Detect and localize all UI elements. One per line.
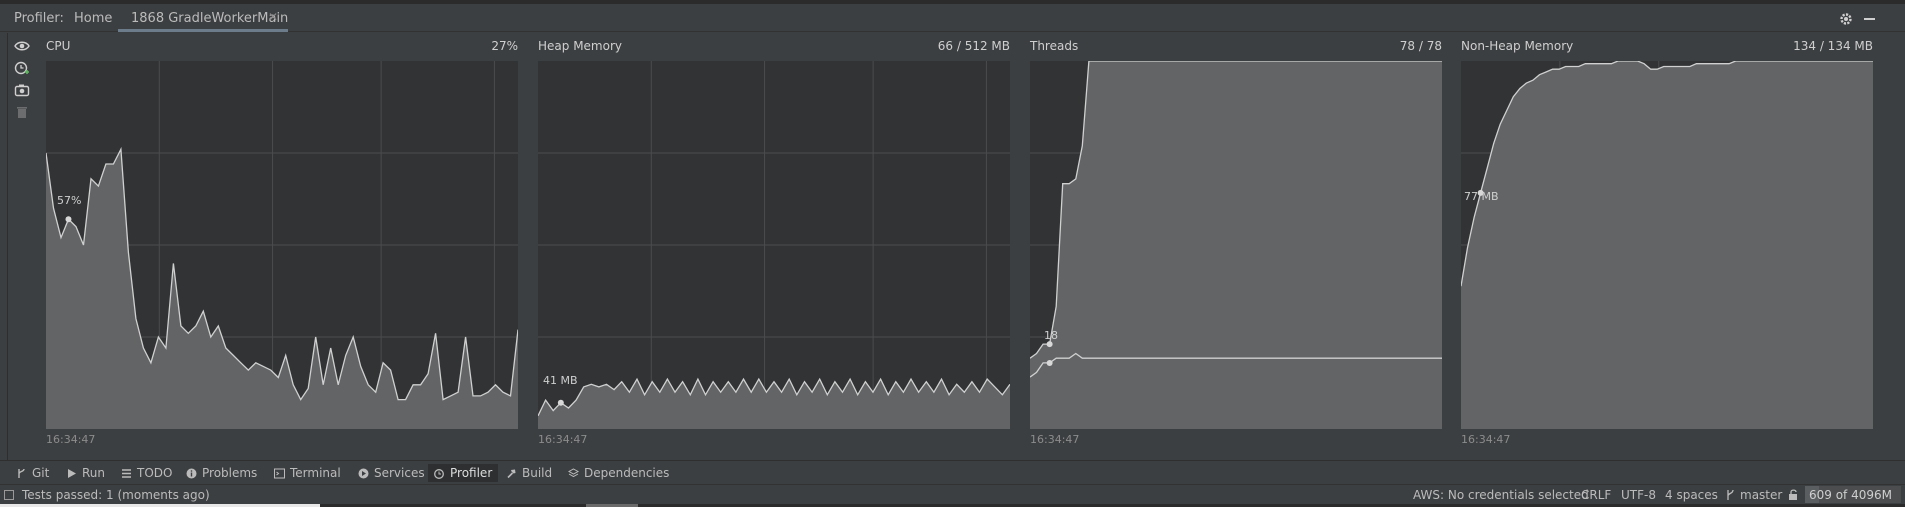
tab-terminal[interactable]: Terminal: [268, 464, 347, 482]
tab-git-label: Git: [32, 466, 50, 480]
heap-title: Heap Memory: [538, 39, 622, 53]
hammer-icon: [507, 469, 516, 478]
layers-icon: [568, 467, 579, 477]
services-icon: [358, 468, 369, 478]
tab-home[interactable]: Home: [74, 11, 112, 26]
play-icon: [68, 468, 76, 478]
series-area: [1461, 61, 1873, 429]
threads-panel[interactable]: Threads 78 / 78 18 16:34:47: [1030, 33, 1442, 455]
cpu-panel[interactable]: CPU 27% 57% 16:34:47: [46, 33, 518, 455]
tab-todo-label: TODO: [137, 466, 173, 480]
branch-icon: [18, 468, 25, 478]
info-icon: [186, 468, 197, 478]
tab-problems-label: Problems: [202, 466, 258, 480]
vcs-branch-icon: [1727, 489, 1734, 500]
indent-setting[interactable]: 4 spaces: [1665, 488, 1718, 502]
tab-terminal-label: Terminal: [290, 466, 341, 480]
memory-usage-text: 609 of 4096M: [1809, 488, 1892, 502]
close-tab-icon[interactable]: ✕: [268, 10, 278, 24]
nonheap-value: 134 / 134 MB: [1793, 39, 1873, 53]
record-timer-icon[interactable]: [14, 60, 30, 76]
status-message[interactable]: Tests passed: 1 (moments ago): [22, 488, 210, 502]
tab-dependencies-label: Dependencies: [584, 466, 670, 480]
non-heap-memory-panel[interactable]: Non-Heap Memory 134 / 134 MB 77 MB 16:34…: [1461, 33, 1873, 455]
tab-run[interactable]: Run: [60, 464, 111, 482]
list-icon: [122, 468, 131, 478]
gear-icon[interactable]: [1839, 12, 1853, 26]
line-ending[interactable]: CRLF: [1581, 488, 1611, 502]
nonheap-title: Non-Heap Memory: [1461, 39, 1574, 53]
cpu-title: CPU: [46, 39, 71, 53]
file-encoding[interactable]: UTF-8: [1621, 488, 1656, 502]
heap-memory-panel[interactable]: Heap Memory 66 / 512 MB 41 MB 16:34:47: [538, 33, 1010, 455]
tool-window-bar: Git Run TODO Problems Terminal Services …: [0, 460, 1905, 484]
threads-time-label: 16:34:47: [1030, 433, 1080, 446]
series-marker: [1046, 359, 1053, 366]
nonheap-point-label: 77 MB: [1464, 190, 1499, 203]
tab-services-label: Services: [374, 466, 425, 480]
series-marker: [65, 216, 72, 223]
nonheap-time-label: 16:34:47: [1461, 433, 1511, 446]
threads-point-label: 18: [1044, 329, 1058, 342]
tab-build-label: Build: [522, 466, 553, 480]
memory-indicator[interactable]: 609 of 4096M: [1805, 486, 1901, 503]
terminal-icon: [274, 468, 285, 478]
profiler-label: Profiler:: [14, 11, 64, 26]
heap-chart: [538, 61, 1010, 429]
unlock-icon[interactable]: [1788, 489, 1799, 501]
tab-todo[interactable]: TODO: [115, 464, 178, 482]
series-marker: [557, 399, 564, 406]
eye-icon[interactable]: [14, 38, 30, 54]
vcs-branch[interactable]: master: [1740, 488, 1782, 502]
tab-run-label: Run: [82, 466, 106, 480]
nonheap-chart: [1461, 61, 1873, 429]
threads-value: 78 / 78: [1399, 39, 1442, 53]
left-tool-strip: [0, 33, 8, 463]
tab-build[interactable]: Build: [500, 464, 558, 482]
series-area: [1030, 353, 1442, 429]
tab-dependencies[interactable]: Dependencies: [562, 464, 675, 482]
profiler-icon: [434, 468, 444, 479]
tab-profiler-label: Profiler: [450, 466, 493, 480]
tab-gradle-worker[interactable]: 1868 GradleWorkerMain: [131, 11, 288, 26]
minimize-icon[interactable]: [1864, 18, 1875, 20]
cpu-chart: [46, 61, 518, 429]
tab-git[interactable]: Git: [10, 464, 55, 482]
tab-services[interactable]: Services: [352, 464, 431, 482]
threads-title: Threads: [1030, 39, 1079, 53]
threads-chart: [1030, 61, 1442, 429]
heap-point-label: 41 MB: [543, 374, 578, 387]
aws-credentials[interactable]: AWS: No credentials selected: [1413, 488, 1589, 502]
profiler-header: Profiler: Home 1868 GradleWorkerMain ✕: [0, 4, 1905, 32]
cpu-time-label: 16:34:47: [46, 433, 96, 446]
tab-problems[interactable]: Problems: [180, 464, 263, 482]
heap-value: 66 / 512 MB: [937, 39, 1010, 53]
heap-time-label: 16:34:47: [538, 433, 588, 446]
profiler-toolbar: [10, 33, 36, 463]
tab-profiler[interactable]: Profiler: [428, 464, 499, 482]
cpu-peak-label: 57%: [57, 194, 82, 207]
cpu-value: 27%: [491, 39, 518, 53]
status-bar: Tests passed: 1 (moments ago) AWS: No cr…: [0, 484, 1905, 504]
active-tab-indicator: [118, 29, 288, 32]
trash-icon[interactable]: [14, 104, 30, 120]
camera-icon[interactable]: [14, 82, 30, 98]
status-panel-icon[interactable]: [4, 490, 14, 500]
